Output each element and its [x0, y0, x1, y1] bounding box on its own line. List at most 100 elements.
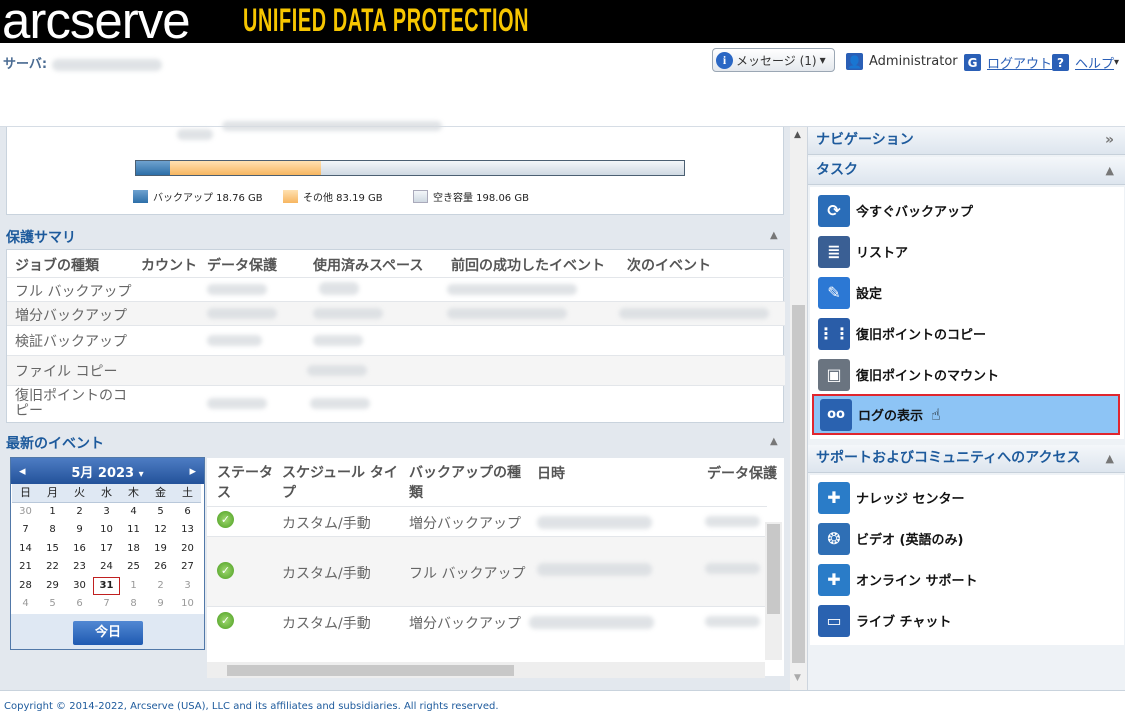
row-schedule: カスタム/手動 [282, 616, 371, 632]
calendar-day[interactable]: 4 [120, 503, 147, 522]
collapse-icon[interactable]: ▲ [770, 230, 778, 241]
calendar-day[interactable]: 30 [66, 577, 93, 596]
month-selector[interactable]: 5月 2023 ▾ [71, 462, 143, 481]
weekday-label: 土 [174, 484, 201, 503]
collapse-icon[interactable]: ▲ [1106, 445, 1114, 472]
calendar-day[interactable]: 28 [12, 577, 39, 596]
col-data-protection: データ保護 [707, 466, 777, 482]
scroll-down-icon[interactable]: ▼ [794, 673, 801, 683]
copyright-text: Copyright © 2014-2022, Arcserve (USA), L… [4, 701, 499, 712]
row-type: 復旧ポイントのコピー [15, 388, 127, 419]
blurred-text [222, 121, 442, 131]
task-restore[interactable]: ≣ リストア [812, 231, 1123, 272]
calendar-day[interactable]: 6 [66, 595, 93, 614]
support-online[interactable]: ✚ オンライン サポート [812, 559, 1123, 600]
calendar-day[interactable]: 8 [39, 521, 66, 540]
calendar-day[interactable]: 8 [120, 595, 147, 614]
backup-now-icon: ⟳ [818, 194, 850, 227]
calendar-day[interactable]: 30 [12, 503, 39, 522]
support-live-chat[interactable]: ▭ ライブ チャット [812, 600, 1123, 641]
task-view-log[interactable]: oo ログの表示 ☝ [812, 394, 1120, 435]
calendar-day-selected[interactable]: 31 [93, 576, 120, 595]
logout-link[interactable]: G ログアウト [964, 53, 1052, 72]
info-icon: i [716, 51, 733, 69]
calendar-day[interactable]: 7 [93, 595, 120, 614]
weekday-label: 木 [120, 484, 147, 503]
table-row[interactable]: ✓ カスタム/手動 増分バックアップ [207, 606, 767, 636]
scroll-up-icon[interactable]: ▲ [794, 130, 801, 140]
support-knowledge-center[interactable]: ✚ ナレッジ センター [812, 477, 1123, 518]
footer: Copyright © 2014-2022, Arcserve (USA), L… [0, 690, 1125, 720]
col-data-protection: データ保護 [207, 258, 277, 274]
events-horizontal-scrollbar[interactable] [207, 662, 765, 678]
task-settings[interactable]: ✎ 設定 [812, 272, 1123, 313]
calendar-day[interactable]: 9 [147, 595, 174, 614]
calendar-day[interactable]: 6 [174, 503, 201, 522]
calendar-day[interactable]: 2 [147, 577, 174, 596]
collapse-icon[interactable]: ▲ [1106, 157, 1114, 184]
calendar-day[interactable]: 4 [12, 595, 39, 614]
calendar-day[interactable]: 14 [12, 540, 39, 559]
calendar-day[interactable]: 7 [12, 521, 39, 540]
support-title: サポートおよびコミュニティへのアクセス [816, 450, 1081, 466]
navigation-title: ナビゲーション [816, 132, 914, 148]
table-row[interactable]: ✓ カスタム/手動 フル バックアップ [207, 536, 767, 606]
calendar-day[interactable]: 3 [174, 577, 201, 596]
help-menu[interactable]: ? ヘルプ ▾ [1052, 53, 1119, 72]
scroll-thumb[interactable] [767, 524, 780, 614]
calendar-day[interactable]: 20 [174, 540, 201, 559]
calendar-day[interactable]: 12 [147, 521, 174, 540]
main-vertical-scrollbar[interactable]: ▲ ▼ [790, 127, 807, 690]
server-label: サーバ: [3, 53, 162, 72]
events-vertical-scrollbar[interactable] [765, 522, 782, 660]
calendar-day[interactable]: 16 [66, 540, 93, 559]
next-month-icon[interactable]: ▸ [189, 464, 196, 479]
messages-button[interactable]: i メッセージ (1) ▾ [712, 48, 835, 72]
calendar-day[interactable]: 13 [174, 521, 201, 540]
scroll-thumb[interactable] [792, 305, 805, 663]
calendar-day[interactable]: 2 [66, 503, 93, 522]
help-label[interactable]: ヘルプ [1075, 53, 1114, 72]
table-row[interactable]: ✓ カスタム/手動 増分バックアップ [207, 506, 767, 536]
calendar-day[interactable]: 10 [93, 521, 120, 540]
usage-panel: バックアップ 18.76 GB その他 83.19 GB 空き容量 198.06… [6, 121, 784, 215]
calendar-day[interactable]: 21 [12, 558, 39, 577]
calendar-day[interactable]: 15 [39, 540, 66, 559]
support-label: ナレッジ センター [856, 492, 965, 507]
calendar-day[interactable]: 17 [93, 540, 120, 559]
calendar-day[interactable]: 1 [39, 503, 66, 522]
calendar-day[interactable]: 26 [147, 558, 174, 577]
expand-icon[interactable]: » [1105, 127, 1114, 154]
task-backup-now[interactable]: ⟳ 今すぐバックアップ [812, 190, 1123, 231]
calendar-day[interactable]: 23 [66, 558, 93, 577]
calendar-day[interactable]: 18 [120, 540, 147, 559]
calendar-day[interactable]: 22 [39, 558, 66, 577]
calendar-day[interactable]: 3 [93, 503, 120, 522]
task-copy-recovery-point[interactable]: ⋮⋮ 復旧ポイントのコピー [812, 313, 1123, 354]
collapse-icon[interactable]: ▲ [770, 436, 778, 447]
calendar-day[interactable]: 10 [174, 595, 201, 614]
row-schedule: カスタム/手動 [282, 516, 371, 532]
support-video[interactable]: ❂ ビデオ (英語のみ) [812, 518, 1123, 559]
today-button[interactable]: 今日 [73, 621, 143, 645]
weekday-label: 水 [93, 484, 120, 503]
check-icon: ✓ [217, 511, 234, 528]
calendar-day[interactable]: 19 [147, 540, 174, 559]
logout-label[interactable]: ログアウト [987, 53, 1052, 72]
table-row: ファイル コピー [7, 355, 785, 385]
calendar-day[interactable]: 1 [120, 577, 147, 596]
calendar-day[interactable]: 27 [174, 558, 201, 577]
calendar-day[interactable]: 29 [39, 577, 66, 596]
calendar-day[interactable]: 5 [147, 503, 174, 522]
prev-month-icon[interactable]: ◂ [19, 464, 26, 479]
col-count: カウント [141, 258, 197, 274]
calendar-day[interactable]: 24 [93, 558, 120, 577]
calendar-day[interactable]: 11 [120, 521, 147, 540]
calendar-day[interactable]: 25 [120, 558, 147, 577]
calendar-day[interactable]: 5 [39, 595, 66, 614]
scroll-thumb[interactable] [227, 665, 514, 676]
col-used-space: 使用済みスペース [313, 258, 424, 274]
calendar-day[interactable]: 9 [66, 521, 93, 540]
task-mount-recovery-point[interactable]: ▣ 復旧ポイントのマウント [812, 354, 1123, 395]
weekday-label: 月 [39, 484, 66, 503]
